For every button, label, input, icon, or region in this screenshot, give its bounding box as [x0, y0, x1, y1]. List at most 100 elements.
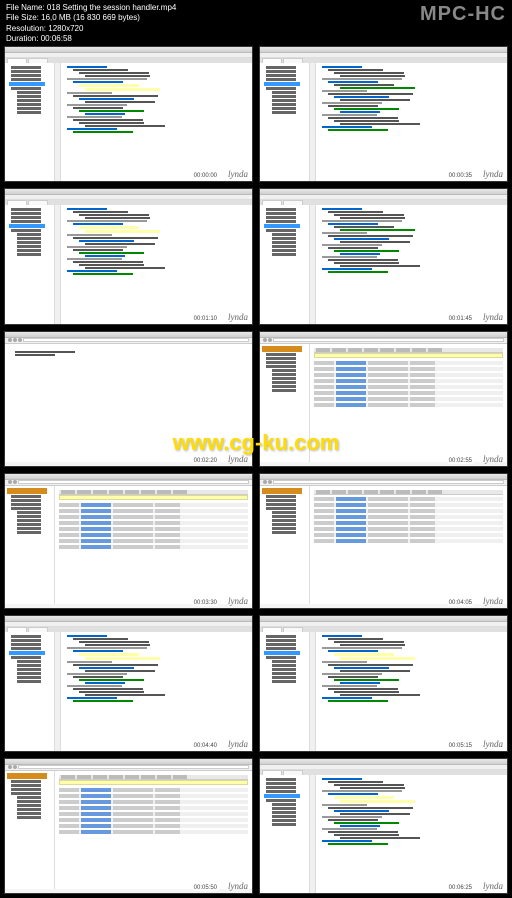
tree-item[interactable]	[272, 664, 296, 667]
table-row[interactable]	[314, 391, 503, 395]
table-cell[interactable]	[336, 361, 366, 365]
url-input[interactable]	[18, 765, 249, 769]
forward-icon[interactable]	[13, 480, 17, 484]
table-cell[interactable]	[336, 533, 366, 537]
table-row[interactable]	[59, 800, 248, 804]
tree-item[interactable]	[11, 656, 41, 659]
table-cell[interactable]	[336, 521, 366, 525]
db-tree-item[interactable]	[17, 531, 41, 534]
pma-tab[interactable]	[348, 490, 362, 494]
table-cell[interactable]	[336, 503, 366, 507]
pma-tabs[interactable]	[314, 490, 503, 495]
pma-sidebar[interactable]	[5, 771, 55, 889]
tree-item[interactable]	[272, 91, 296, 94]
tree-item[interactable]	[17, 99, 41, 102]
tree-item[interactable]	[272, 676, 296, 679]
pma-tab[interactable]	[141, 490, 155, 494]
db-tree-item[interactable]	[11, 499, 41, 502]
table-cell[interactable]	[81, 806, 111, 810]
thumbnail[interactable]: 00:04:05lynda	[259, 473, 508, 609]
pma-tab[interactable]	[61, 490, 75, 494]
tree-item[interactable]	[11, 643, 41, 646]
tree-item[interactable]	[266, 790, 296, 793]
tree-item[interactable]	[17, 111, 41, 114]
file-tree[interactable]	[260, 205, 310, 323]
tree-item[interactable]	[9, 224, 45, 228]
thumbnail[interactable]: 00:01:10lynda	[4, 188, 253, 324]
table-row[interactable]	[59, 515, 248, 519]
code-editor[interactable]	[310, 775, 507, 893]
pma-tab[interactable]	[173, 775, 187, 779]
file-tree[interactable]	[260, 63, 310, 181]
table-row[interactable]	[314, 521, 503, 525]
tree-item[interactable]	[272, 803, 296, 806]
table-row[interactable]	[59, 545, 248, 549]
table-cell[interactable]	[336, 391, 366, 395]
db-tree-item[interactable]	[11, 780, 41, 783]
tree-item[interactable]	[17, 660, 41, 663]
pma-tab[interactable]	[157, 490, 171, 494]
db-tree-item[interactable]	[266, 361, 296, 364]
table-cell[interactable]	[81, 521, 111, 525]
db-tree-item[interactable]	[11, 507, 41, 510]
tree-item[interactable]	[266, 782, 296, 785]
tree-item[interactable]	[272, 253, 296, 256]
tree-item[interactable]	[11, 639, 41, 642]
pma-sidebar[interactable]	[260, 344, 310, 462]
db-tree-item[interactable]	[266, 495, 296, 498]
pma-tab[interactable]	[428, 348, 442, 352]
file-tree[interactable]	[5, 632, 55, 750]
url-input[interactable]	[273, 338, 504, 342]
tree-item[interactable]	[266, 647, 296, 650]
table-row[interactable]	[59, 794, 248, 798]
table-cell[interactable]	[81, 794, 111, 798]
code-editor[interactable]	[55, 205, 252, 323]
tree-item[interactable]	[266, 78, 296, 81]
table-row[interactable]	[314, 515, 503, 519]
code-editor[interactable]	[310, 63, 507, 181]
table-row[interactable]	[314, 373, 503, 377]
tree-item[interactable]	[17, 103, 41, 106]
tree-item[interactable]	[17, 664, 41, 667]
pma-tab[interactable]	[364, 348, 378, 352]
table-row[interactable]	[314, 497, 503, 501]
pma-tab[interactable]	[332, 490, 346, 494]
table-cell[interactable]	[336, 403, 366, 407]
pma-tab[interactable]	[77, 490, 91, 494]
tree-item[interactable]	[17, 249, 41, 252]
tree-item[interactable]	[266, 643, 296, 646]
table-cell[interactable]	[336, 367, 366, 371]
table-cell[interactable]	[336, 379, 366, 383]
tree-item[interactable]	[272, 819, 296, 822]
tree-item[interactable]	[266, 786, 296, 789]
pma-tab[interactable]	[380, 490, 394, 494]
thumbnail[interactable]: 00:04:40lynda	[4, 615, 253, 751]
db-tree-item[interactable]	[272, 381, 296, 384]
db-tree-item[interactable]	[17, 523, 41, 526]
table-row[interactable]	[59, 539, 248, 543]
db-tree-item[interactable]	[272, 515, 296, 518]
thumbnail[interactable]: 00:01:45lynda	[259, 188, 508, 324]
code-editor[interactable]	[55, 63, 252, 181]
table-cell[interactable]	[336, 539, 366, 543]
pma-tab[interactable]	[173, 490, 187, 494]
db-tree-item[interactable]	[17, 808, 41, 811]
pma-tab[interactable]	[141, 775, 155, 779]
table-row[interactable]	[59, 818, 248, 822]
tree-item[interactable]	[266, 778, 296, 781]
thumbnail[interactable]: 00:02:55lynda	[259, 331, 508, 467]
tree-item[interactable]	[17, 91, 41, 94]
tree-item[interactable]	[11, 70, 41, 73]
tree-item[interactable]	[17, 95, 41, 98]
table-row[interactable]	[59, 527, 248, 531]
tree-item[interactable]	[272, 99, 296, 102]
db-tree-item[interactable]	[17, 804, 41, 807]
code-editor[interactable]	[310, 632, 507, 750]
file-tree[interactable]	[5, 63, 55, 181]
tree-item[interactable]	[266, 220, 296, 223]
table-row[interactable]	[59, 533, 248, 537]
db-tree-item[interactable]	[272, 519, 296, 522]
table-cell[interactable]	[81, 509, 111, 513]
tree-item[interactable]	[272, 107, 296, 110]
table-cell[interactable]	[336, 385, 366, 389]
